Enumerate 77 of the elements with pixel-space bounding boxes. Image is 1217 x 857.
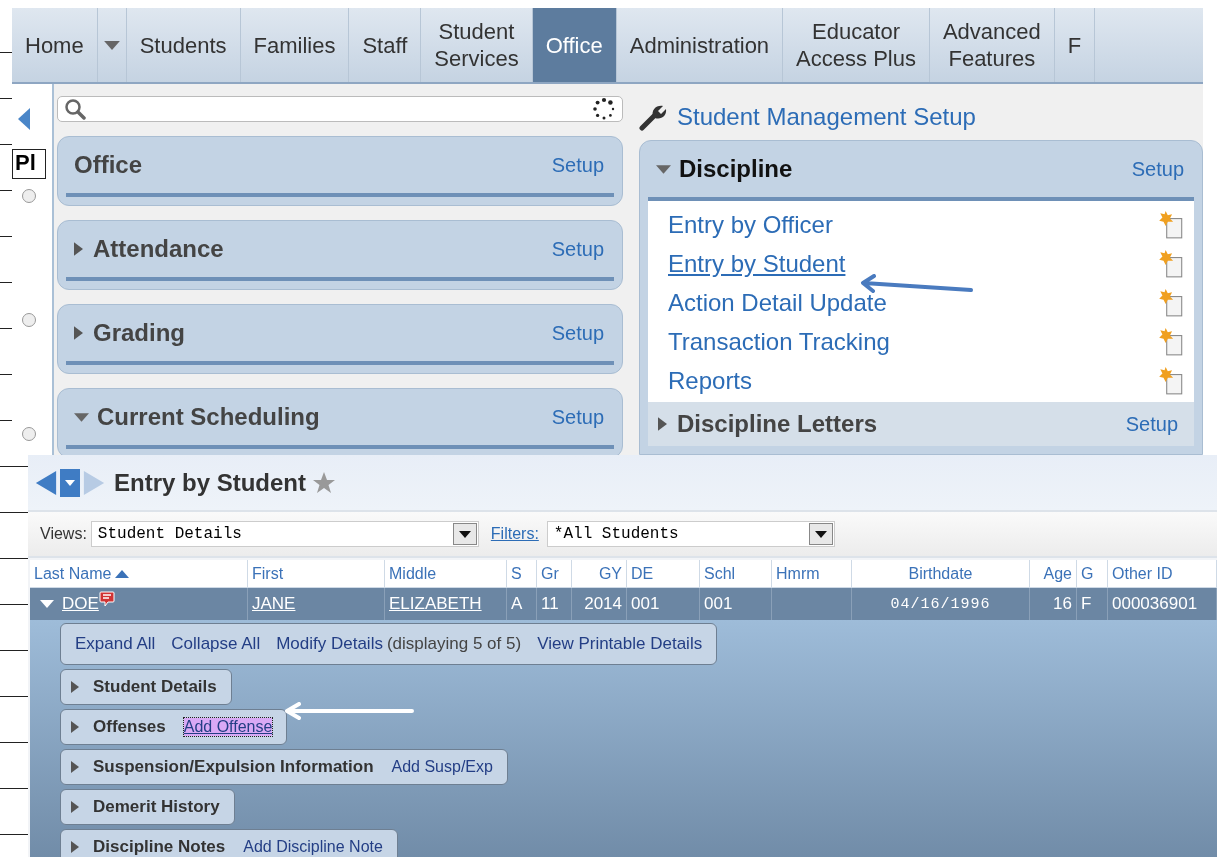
table-link[interactable]: JANE bbox=[252, 594, 296, 614]
section-title: Discipline Notes bbox=[93, 837, 226, 857]
nav-tab[interactable]: Home bbox=[12, 8, 98, 82]
caret-down-icon bbox=[65, 479, 75, 486]
panel-title: Current Scheduling bbox=[97, 403, 321, 431]
document-star-icon bbox=[1158, 209, 1184, 240]
nav-tab[interactable]: Families bbox=[240, 8, 350, 82]
panel-title: Office bbox=[74, 151, 143, 179]
section-title: Suspension/Expulsion Information bbox=[93, 757, 374, 777]
setup-link[interactable]: Setup bbox=[1125, 412, 1178, 436]
section-header[interactable]: Student Details bbox=[60, 669, 232, 705]
section-header[interactable]: Suspension/Expulsion Information Add Susp/Exp bbox=[60, 749, 508, 785]
wrench-icon bbox=[639, 103, 669, 131]
toolbar-link[interactable]: Collapse All bbox=[171, 634, 261, 654]
back-arrow-icon bbox=[34, 468, 58, 497]
back-arrow-icon bbox=[18, 108, 30, 130]
menu-link[interactable]: Action Detail Update bbox=[668, 288, 887, 317]
toolbar-link[interactable]: Modify Details bbox=[276, 634, 383, 654]
field-label: Views: bbox=[40, 525, 87, 543]
menu-link[interactable]: Entry by Student bbox=[668, 249, 846, 278]
setup-link[interactable]: Setup bbox=[551, 321, 604, 345]
caret-down-icon bbox=[103, 40, 120, 50]
forward-arrow-icon bbox=[82, 468, 106, 497]
nav-tab[interactable]: Staff bbox=[349, 8, 422, 82]
menu-link[interactable]: Reports bbox=[668, 366, 753, 395]
search-icon bbox=[64, 98, 86, 120]
column-header: Pl bbox=[12, 149, 46, 179]
search-field[interactable] bbox=[57, 96, 623, 122]
nav-tab[interactable]: Administration bbox=[616, 8, 784, 82]
panel-title: Discipline bbox=[679, 155, 794, 183]
panel-title: Attendance bbox=[93, 235, 225, 263]
nav-tab[interactable]: Educator Access Plus bbox=[783, 8, 930, 82]
radio-button[interactable] bbox=[22, 313, 36, 327]
section-title: Offenses bbox=[93, 717, 166, 737]
dropdown-field[interactable]: Student Details bbox=[90, 521, 479, 547]
section-header[interactable]: Demerit History bbox=[60, 789, 235, 825]
setup-link[interactable]: Student Management Setup bbox=[677, 103, 976, 131]
nav-tab[interactable]: Students bbox=[126, 8, 241, 82]
nav-tab[interactable]: Student Services bbox=[421, 8, 533, 82]
setup-link[interactable]: Setup bbox=[551, 153, 604, 177]
table-link[interactable]: DOE bbox=[62, 594, 99, 614]
nav-tab[interactable]: Office bbox=[532, 8, 617, 82]
setup-link[interactable]: Setup bbox=[1131, 157, 1184, 181]
count-label: (displaying 5 of 5) bbox=[386, 634, 522, 654]
add-link[interactable]: Add Discipline Note bbox=[243, 838, 383, 856]
caret-down-icon bbox=[458, 530, 471, 538]
nav-tab[interactable]: F bbox=[1054, 8, 1096, 82]
page-title: Entry by Student bbox=[114, 468, 306, 497]
star-icon bbox=[312, 470, 336, 495]
panel-title: Discipline Letters bbox=[677, 410, 879, 438]
document-star-icon bbox=[1158, 287, 1184, 318]
toolbar-link[interactable]: View Printable Details bbox=[537, 634, 703, 654]
menu-link[interactable]: Entry by Officer bbox=[668, 210, 833, 239]
menu-link[interactable]: Transaction Tracking bbox=[668, 327, 890, 356]
toolbar-link[interactable]: Expand All bbox=[75, 634, 156, 654]
caret-right-icon bbox=[658, 417, 667, 431]
add-link[interactable]: Add Offense bbox=[183, 718, 273, 736]
document-star-icon bbox=[1158, 326, 1184, 357]
radio-button[interactable] bbox=[22, 189, 36, 203]
section-title: Demerit History bbox=[93, 797, 220, 817]
loading-spinner-icon bbox=[592, 97, 616, 121]
caret-down-icon bbox=[814, 530, 827, 538]
setup-link[interactable]: Setup bbox=[551, 405, 604, 429]
nav-tab[interactable]: Advanced Features bbox=[929, 8, 1055, 82]
document-star-icon bbox=[1158, 365, 1184, 396]
section-title: Student Details bbox=[93, 677, 217, 697]
history-dropdown-button[interactable] bbox=[60, 468, 80, 497]
add-link[interactable]: Add Susp/Exp bbox=[391, 758, 493, 776]
section-header[interactable]: Discipline Notes Add Discipline Note bbox=[60, 829, 398, 857]
setup-link[interactable]: Setup bbox=[551, 237, 604, 261]
section-header[interactable]: Offenses Add Offense bbox=[60, 709, 288, 745]
filters-link[interactable]: Filters: bbox=[490, 525, 539, 543]
panel-title: Grading bbox=[93, 319, 186, 347]
dropdown-field[interactable]: *All Students bbox=[546, 521, 835, 547]
radio-button[interactable] bbox=[22, 427, 36, 441]
document-star-icon bbox=[1158, 248, 1184, 279]
table-link[interactable]: ELIZABETH bbox=[389, 594, 482, 614]
